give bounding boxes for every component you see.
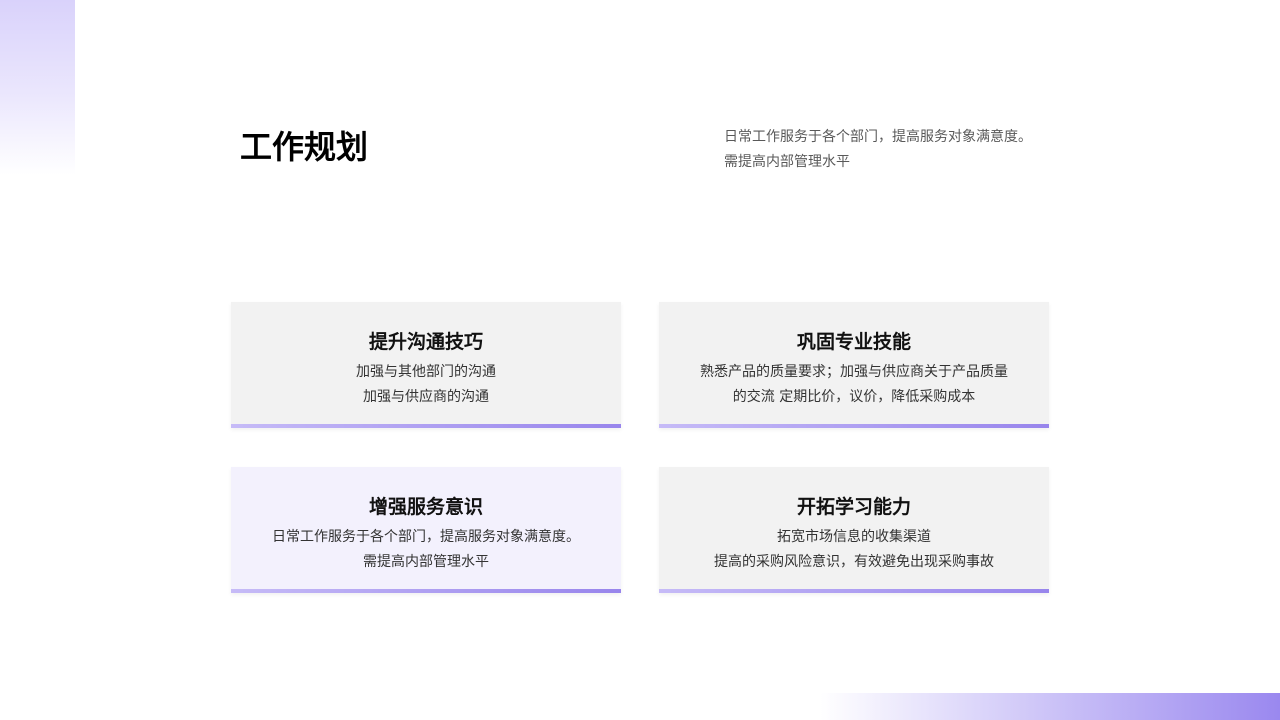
card-title: 开拓学习能力 [796,496,911,518]
card-professional-skills: 巩固专业技能 熟悉产品的质量要求；加强与供应商关于产品质量 的交流 定期比价，议… [659,302,1049,428]
decor-bottom-right-gradient [820,693,1280,720]
card-line-1: 拓宽市场信息的收集渠道 [777,529,931,545]
card-accent-bar [659,424,1049,428]
card-line-2: 需提高内部管理水平 [363,554,489,570]
card-title: 增强服务意识 [368,496,483,518]
card-title: 巩固专业技能 [796,331,911,353]
intro-text: 日常工作服务于各个部门，提高服务对象满意度。 需提高内部管理水平 [724,125,1064,175]
card-learning-ability: 开拓学习能力 拓宽市场信息的收集渠道 提高的采购风险意识，有效避免出现采购事故 [659,467,1049,593]
card-line-1: 日常工作服务于各个部门，提高服务对象满意度。 [272,529,580,545]
page-title: 工作规划 [240,128,369,166]
intro-line-2: 需提高内部管理水平 [724,154,850,170]
card-service-awareness: 增强服务意识 日常工作服务于各个部门，提高服务对象满意度。 需提高内部管理水平 [231,467,621,593]
intro-line-1: 日常工作服务于各个部门，提高服务对象满意度。 [724,129,1032,145]
card-accent-bar [231,589,621,593]
card-line-2: 的交流 定期比价，议价，降低采购成本 [732,389,976,405]
card-title: 提升沟通技巧 [368,331,483,353]
decor-top-left-gradient [0,0,75,175]
card-accent-bar [659,589,1049,593]
card-accent-bar [231,424,621,428]
card-line-1: 加强与其他部门的沟通 [356,364,496,380]
card-line-1: 熟悉产品的质量要求；加强与供应商关于产品质量 [700,364,1008,380]
card-line-2: 提高的采购风险意识，有效避免出现采购事故 [714,554,994,570]
card-communication: 提升沟通技巧 加强与其他部门的沟通 加强与供应商的沟通 [231,302,621,428]
card-line-2: 加强与供应商的沟通 [363,389,489,405]
